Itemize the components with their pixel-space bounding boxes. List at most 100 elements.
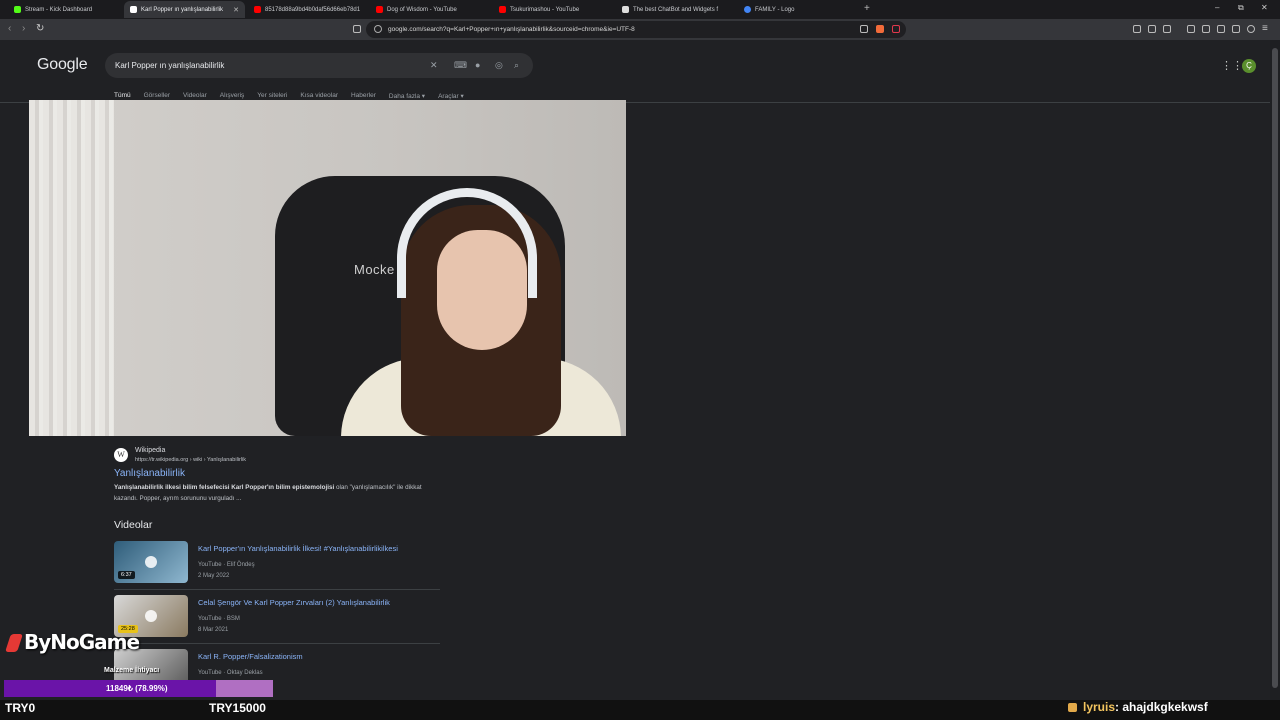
browser-toolbar: ‹ › ↻ google.com/search?q=Karl+Popper+ın… xyxy=(0,19,1280,40)
chair-logo-text: Mocke xyxy=(354,262,395,277)
filter-more[interactable]: Daha fazla ▾ xyxy=(389,92,425,100)
video-result[interactable]: 6:37 Karl Popper'ın Yanlışlanabilirlik İ… xyxy=(114,541,444,587)
bynogame-logo-icon xyxy=(5,634,23,652)
tab-title: Dog of Wisdom - YouTube xyxy=(387,6,457,13)
video-title-link[interactable]: Celal Şengör Ve Karl Popper Zırvaları (2… xyxy=(198,598,390,607)
wikipedia-icon: W xyxy=(114,448,128,462)
lens-icon[interactable]: ◎ xyxy=(495,60,503,71)
menu-icon[interactable]: ≡ xyxy=(1262,23,1268,34)
tab-chatbot-widgets[interactable]: The best ChatBot and Widgets f xyxy=(616,1,734,18)
video-duration: 6:37 xyxy=(118,571,135,579)
share-icon[interactable] xyxy=(860,25,868,33)
bookmark-icon[interactable] xyxy=(353,25,361,33)
address-bar[interactable]: google.com/search?q=Karl+Popper+ın+yanlı… xyxy=(366,21,906,38)
screenshot-icon[interactable] xyxy=(1163,25,1171,33)
result-site-url[interactable]: https://tr.wikipedia.org › wiki › Yanlış… xyxy=(135,457,246,463)
filter-shopping[interactable]: Alışveriş xyxy=(220,92,245,100)
youtube-icon xyxy=(376,6,383,13)
webcam-feed: Mocke xyxy=(29,100,626,436)
youtube-icon xyxy=(254,6,261,13)
play-icon xyxy=(145,556,157,568)
video-source: YouTube · BSM xyxy=(198,616,240,622)
chat-username: lyruis xyxy=(1083,700,1116,714)
tab-title: The best ChatBot and Widgets f xyxy=(633,6,719,13)
brand-logo: ByNoGame xyxy=(24,630,140,654)
result-site-name[interactable]: Wikipedia xyxy=(135,447,165,454)
tab-dog-of-wisdom[interactable]: Dog of Wisdom - YouTube xyxy=(370,1,488,18)
curtain xyxy=(29,100,114,436)
back-icon[interactable]: ‹ xyxy=(8,23,11,34)
brave-shield-icon[interactable] xyxy=(876,25,884,33)
tab-youtube-video[interactable]: 85178d88a9bd4b0daf56d66eb78d1 xyxy=(248,1,366,18)
leo-icon[interactable] xyxy=(1232,25,1240,33)
media-icon[interactable] xyxy=(1187,25,1195,33)
video-result[interactable]: 25:28 Celal Şengör Ve Karl Popper Zırval… xyxy=(114,595,444,641)
page-scrollbar[interactable] xyxy=(1270,40,1280,700)
video-date: 2 May 2022 xyxy=(198,573,230,579)
snippet-bold: Yanlışlanabilirlik ilkesi bilim felsefec… xyxy=(114,484,335,491)
keyboard-icon[interactable]: ⌨ xyxy=(454,60,467,71)
search-input[interactable]: Karl Popper ın yanlışlanabilirlik ✕ ⌨ ● … xyxy=(105,53,533,78)
apps-grid-icon[interactable]: ⋮⋮ xyxy=(1221,59,1243,72)
goal-label: Malzeme İhtiyacı xyxy=(104,667,160,674)
tab-google-search[interactable]: Karl Popper ın yanlışlanabilirlik ✕ xyxy=(124,1,245,18)
chat-user-icon xyxy=(1068,702,1077,712)
google-icon xyxy=(130,6,137,13)
tab-title: Stream - Kick Dashboard xyxy=(25,6,93,13)
forward-icon[interactable]: › xyxy=(22,23,25,34)
vpn-icon[interactable] xyxy=(1247,25,1255,33)
rewards-icon[interactable] xyxy=(892,25,900,33)
wallet-icon[interactable] xyxy=(1217,25,1225,33)
tab-title: FAMILY - Logo xyxy=(755,6,795,13)
reload-icon[interactable]: ↻ xyxy=(36,23,44,34)
videos-heading: Videolar xyxy=(114,519,153,531)
goal-max: TRY15000 xyxy=(209,701,266,715)
filter-news[interactable]: Haberler xyxy=(351,92,376,100)
video-divider xyxy=(114,589,440,590)
result-title-link[interactable]: Yanlışlanabilirlik xyxy=(114,468,185,479)
site-info-icon[interactable] xyxy=(374,25,382,33)
tab-title: Tsukurimashou - YouTube xyxy=(510,6,580,13)
new-tab-button[interactable]: + xyxy=(864,3,870,14)
microphone-icon[interactable]: ● xyxy=(475,60,480,70)
filter-videos[interactable]: Videolar xyxy=(183,92,207,100)
diamond-icon xyxy=(622,6,629,13)
google-logo[interactable]: Google xyxy=(37,56,88,74)
video-title-link[interactable]: Karl Popper'ın Yanlışlanabilirlik İlkesi… xyxy=(198,544,398,553)
close-window-button[interactable]: ✕ xyxy=(1261,3,1268,12)
video-thumbnail[interactable]: 6:37 xyxy=(114,541,188,583)
result-snippet: Yanlışlanabilirlik ilkesi bilim felsefec… xyxy=(114,483,444,504)
filter-places[interactable]: Yer siteleri xyxy=(257,92,287,100)
tab-family-logo[interactable]: FAMILY - Logo xyxy=(738,1,856,18)
avatar[interactable]: Ç xyxy=(1242,59,1256,73)
globe-icon xyxy=(744,6,751,13)
tab-strip: Stream - Kick Dashboard Karl Popper ın y… xyxy=(0,0,1280,19)
tab-kick-dashboard[interactable]: Stream - Kick Dashboard xyxy=(8,1,120,18)
extension-icon[interactable] xyxy=(1148,25,1156,33)
filter-tools[interactable]: Araçlar ▾ xyxy=(438,92,464,100)
sidebar-icon[interactable] xyxy=(1202,25,1210,33)
filter-all[interactable]: Tümü xyxy=(114,92,131,100)
search-query: Karl Popper ın yanlışlanabilirlik xyxy=(115,61,225,70)
kick-icon xyxy=(14,6,21,13)
filter-short-videos[interactable]: Kısa videolar xyxy=(300,92,338,100)
extension-icon[interactable] xyxy=(1133,25,1141,33)
tab-tsukurimashou[interactable]: Tsukurimashou - YouTube xyxy=(493,1,611,18)
youtube-icon xyxy=(499,6,506,13)
goal-min: TRY0 xyxy=(5,701,36,715)
scrollbar-thumb[interactable] xyxy=(1272,48,1278,688)
video-source: YouTube · Oktay Deklas xyxy=(198,670,263,676)
video-date: 8 Mar 2021 xyxy=(198,627,229,633)
close-tab-icon[interactable]: ✕ xyxy=(233,6,239,14)
address-text: google.com/search?q=Karl+Popper+ın+yanlı… xyxy=(388,26,635,33)
search-icon[interactable]: ⌕ xyxy=(514,60,519,71)
video-title-link[interactable]: Karl R. Popper/Falsalizationism xyxy=(198,652,303,661)
restore-button[interactable]: ⧉ xyxy=(1238,3,1244,13)
minimize-button[interactable]: – xyxy=(1215,3,1219,12)
donation-goal-bar: 11849₺ (78.99%) xyxy=(4,680,273,697)
donation-goal-text: 11849₺ (78.99%) xyxy=(106,684,168,693)
clear-icon[interactable]: ✕ xyxy=(430,60,438,71)
filter-images[interactable]: Görseller xyxy=(144,92,170,100)
search-filters: Tümü Görseller Videolar Alışveriş Yer si… xyxy=(114,92,477,100)
tab-title: 85178d88a9bd4b0daf56d66eb78d1 xyxy=(265,6,361,13)
